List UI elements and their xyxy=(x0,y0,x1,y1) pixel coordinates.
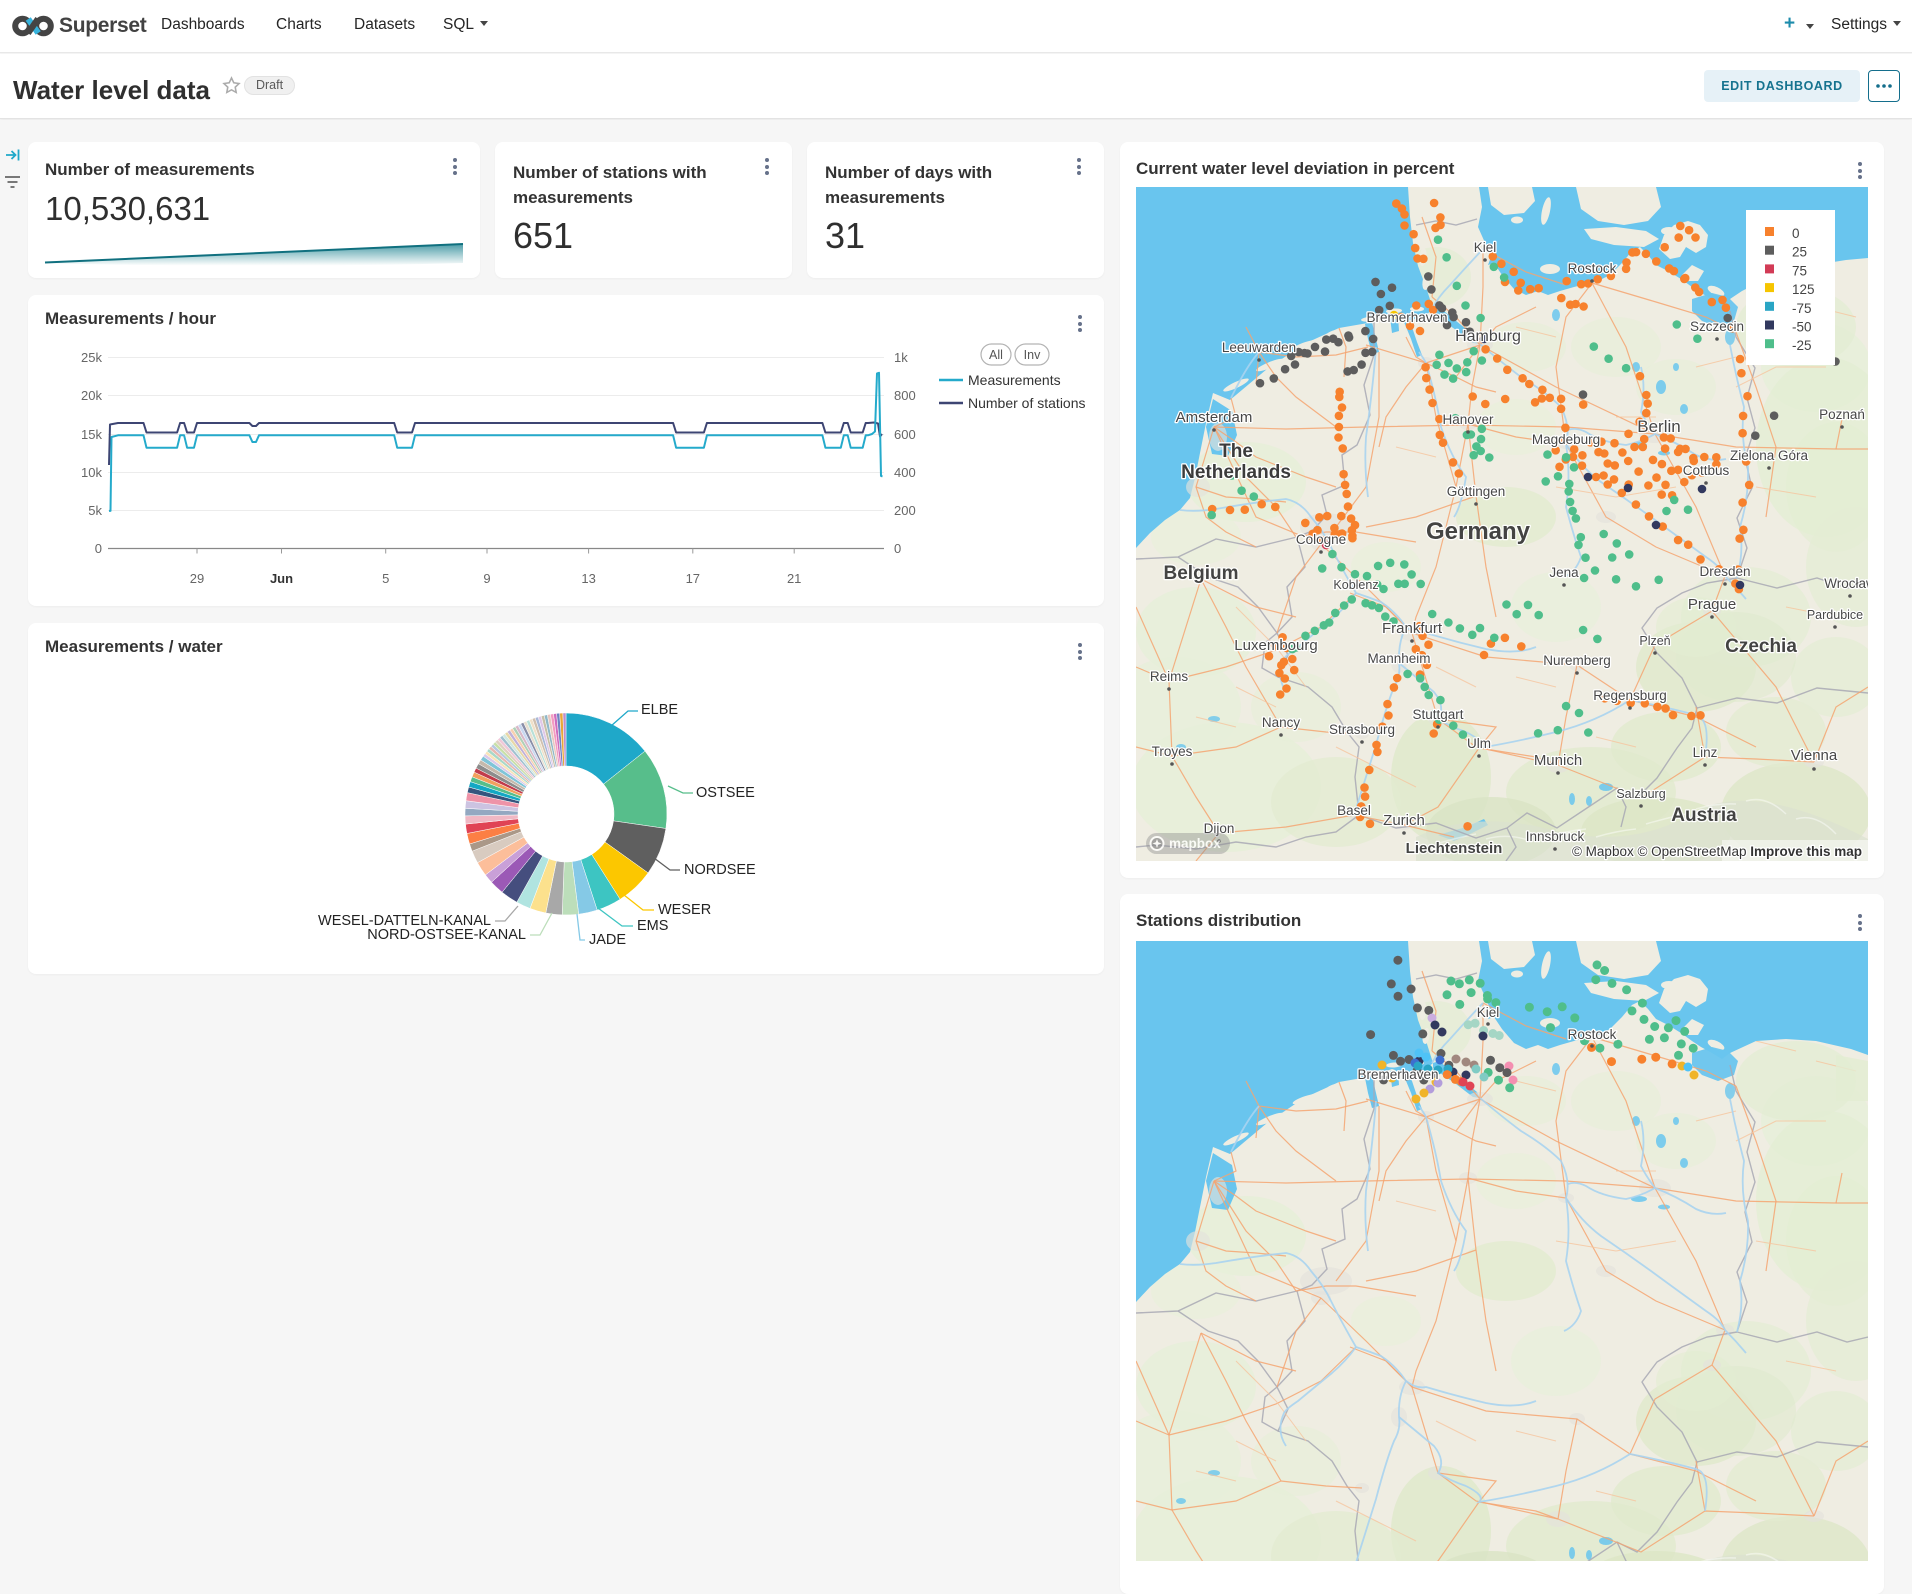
svg-text:Regensburg: Regensburg xyxy=(1593,688,1667,703)
svg-text:Bremerhaven: Bremerhaven xyxy=(1357,1067,1438,1082)
svg-text:5: 5 xyxy=(382,571,389,586)
svg-text:Cologne: Cologne xyxy=(1296,532,1346,547)
svg-text:Hanover: Hanover xyxy=(1442,412,1494,427)
svg-text:Cottbus: Cottbus xyxy=(1683,463,1730,478)
svg-text:EMS: EMS xyxy=(637,918,668,934)
svg-text:Munich: Munich xyxy=(1534,752,1582,769)
svg-text:25: 25 xyxy=(1792,245,1807,260)
svg-text:Frankfurt: Frankfurt xyxy=(1382,620,1443,637)
svg-text:© Mapbox © OpenStreetMap Impro: © Mapbox © OpenStreetMap Improve this ma… xyxy=(1572,844,1862,859)
svg-text:-50: -50 xyxy=(1792,320,1812,335)
svg-text:Jun: Jun xyxy=(270,571,293,586)
svg-text:Czechia: Czechia xyxy=(1725,636,1797,657)
svg-text:ELBE: ELBE xyxy=(641,702,678,718)
svg-text:WESER: WESER xyxy=(658,902,711,918)
svg-text:Koblenz: Koblenz xyxy=(1333,578,1378,592)
svg-text:Göttingen: Göttingen xyxy=(1447,484,1506,499)
svg-text:5k: 5k xyxy=(88,503,102,518)
svg-text:125: 125 xyxy=(1792,282,1815,297)
svg-text:Bremerhaven: Bremerhaven xyxy=(1366,310,1447,325)
svg-text:20k: 20k xyxy=(81,388,102,403)
svg-text:600: 600 xyxy=(894,427,916,442)
svg-text:-75: -75 xyxy=(1792,301,1812,316)
svg-text:Basel: Basel xyxy=(1337,803,1371,818)
svg-text:Netherlands: Netherlands xyxy=(1181,462,1291,483)
svg-text:Measurements: Measurements xyxy=(968,372,1061,388)
svg-text:Salzburg: Salzburg xyxy=(1616,787,1665,801)
svg-text:800: 800 xyxy=(894,388,916,403)
svg-text:Rostock: Rostock xyxy=(1568,1027,1617,1042)
svg-text:Amsterdam: Amsterdam xyxy=(1176,409,1253,426)
svg-text:NORDSEE: NORDSEE xyxy=(684,862,756,878)
svg-text:Troyes: Troyes xyxy=(1152,744,1193,759)
svg-text:Luxembourg: Luxembourg xyxy=(1234,637,1317,654)
svg-text:Zielona Góra: Zielona Góra xyxy=(1730,448,1809,463)
svg-text:Berlin: Berlin xyxy=(1637,417,1680,436)
svg-text:Belgium: Belgium xyxy=(1164,563,1239,584)
svg-text:200: 200 xyxy=(894,503,916,518)
svg-text:Liechtenstein: Liechtenstein xyxy=(1406,840,1503,857)
svg-text:Linz: Linz xyxy=(1693,745,1718,760)
svg-text:Pardubice: Pardubice xyxy=(1807,608,1863,622)
svg-text:75: 75 xyxy=(1792,263,1807,278)
svg-text:Magdeburg: Magdeburg xyxy=(1532,432,1600,447)
svg-text:Germany: Germany xyxy=(1426,518,1531,545)
svg-text:0: 0 xyxy=(95,541,102,556)
svg-text:NORD-OSTSEE-KANAL: NORD-OSTSEE-KANAL xyxy=(367,927,526,943)
svg-text:Stuttgart: Stuttgart xyxy=(1412,707,1463,722)
svg-text:400: 400 xyxy=(894,465,916,480)
svg-text:mapbox: mapbox xyxy=(1169,836,1221,851)
svg-text:Rostock: Rostock xyxy=(1568,261,1617,276)
svg-text:Wrocław: Wrocław xyxy=(1824,576,1868,591)
svg-text:Dresden: Dresden xyxy=(1699,564,1750,579)
svg-text:Zurich: Zurich xyxy=(1383,812,1425,829)
svg-text:Nancy: Nancy xyxy=(1262,715,1301,730)
svg-text:10k: 10k xyxy=(81,465,102,480)
svg-text:21: 21 xyxy=(787,571,801,586)
svg-text:15k: 15k xyxy=(81,427,102,442)
svg-text:Nuremberg: Nuremberg xyxy=(1543,653,1611,668)
svg-text:Leeuwarden: Leeuwarden xyxy=(1222,340,1296,355)
svg-text:OSTSEE: OSTSEE xyxy=(696,785,755,801)
svg-text:Ulm: Ulm xyxy=(1467,736,1491,751)
svg-text:25k: 25k xyxy=(81,350,102,365)
svg-text:Number of stations: Number of stations xyxy=(968,395,1086,411)
svg-text:Strasbourg: Strasbourg xyxy=(1329,722,1395,737)
svg-text:Szczecin: Szczecin xyxy=(1690,319,1744,334)
svg-text:13: 13 xyxy=(581,571,595,586)
svg-text:9: 9 xyxy=(483,571,490,586)
svg-text:Hamburg: Hamburg xyxy=(1455,328,1521,345)
svg-text:0: 0 xyxy=(1792,226,1800,241)
svg-text:Plzeň: Plzeň xyxy=(1639,634,1670,648)
svg-text:WESEL-DATTELN-KANAL: WESEL-DATTELN-KANAL xyxy=(318,913,491,929)
svg-text:29: 29 xyxy=(190,571,204,586)
svg-text:Reims: Reims xyxy=(1150,669,1189,684)
svg-text:Austria: Austria xyxy=(1671,805,1737,826)
svg-text:Kiel: Kiel xyxy=(1477,1005,1500,1020)
svg-text:Mannheim: Mannheim xyxy=(1367,651,1430,666)
svg-text:Kiel: Kiel xyxy=(1474,240,1497,255)
svg-text:Poznań: Poznań xyxy=(1819,407,1865,422)
svg-text:JADE: JADE xyxy=(589,932,626,948)
svg-text:All: All xyxy=(989,348,1003,362)
svg-text:Prague: Prague xyxy=(1688,596,1736,613)
svg-text:1k: 1k xyxy=(894,350,908,365)
svg-text:17: 17 xyxy=(686,571,700,586)
svg-text:Innsbruck: Innsbruck xyxy=(1526,829,1585,844)
svg-text:-25: -25 xyxy=(1792,338,1812,353)
svg-text:Jena: Jena xyxy=(1549,565,1579,580)
svg-text:0: 0 xyxy=(894,541,901,556)
svg-text:Inv: Inv xyxy=(1024,348,1041,362)
svg-text:Vienna: Vienna xyxy=(1791,747,1838,764)
svg-text:The: The xyxy=(1219,441,1253,462)
